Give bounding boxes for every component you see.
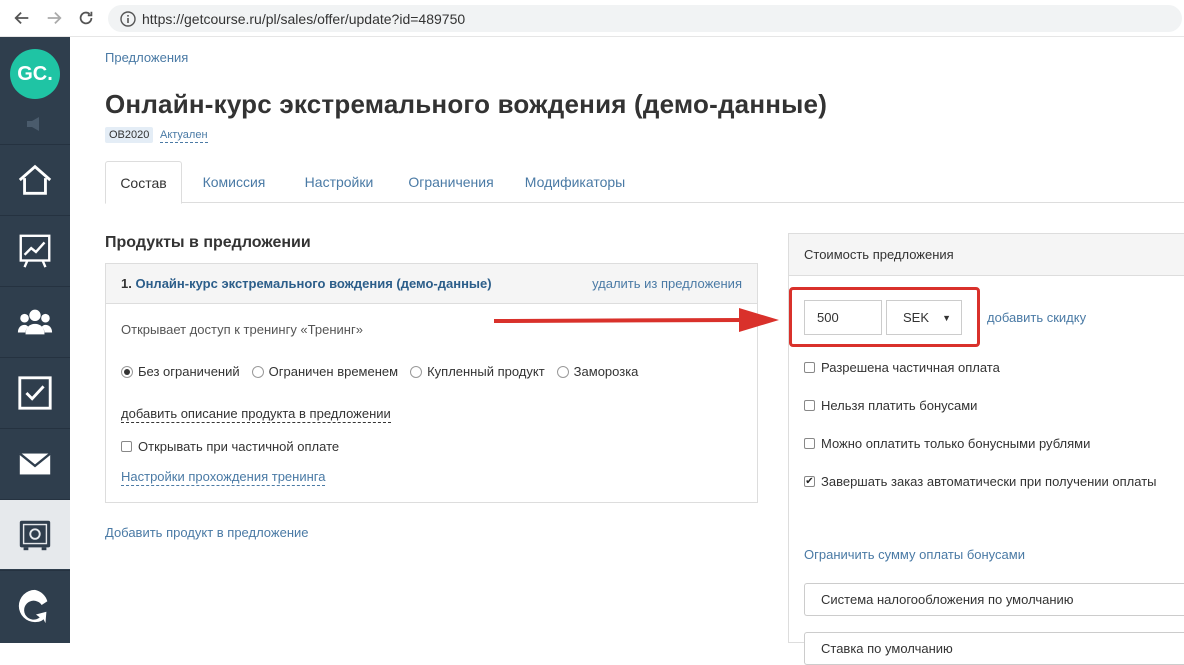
offer-code-badge: OB2020	[105, 127, 154, 143]
getcourse-icon	[18, 589, 48, 623]
radio-dot[interactable]	[121, 365, 133, 378]
sidebar-item-sales[interactable]	[0, 499, 70, 569]
training-settings-link[interactable]: Настройки прохождения тренинга	[121, 469, 326, 486]
tab-settings[interactable]: Настройки	[286, 161, 392, 203]
speaker-icon[interactable]	[24, 115, 46, 133]
address-bar[interactable]: https://getcourse.ru/pl/sales/offer/upda…	[108, 5, 1182, 32]
add-discount-link[interactable]: добавить скидку	[987, 310, 1086, 325]
mail-icon	[19, 452, 51, 474]
breadcrumb[interactable]: Предложения	[105, 50, 188, 65]
sidebar-item-home[interactable]	[0, 144, 70, 214]
tab-commission[interactable]: Комиссия	[182, 161, 286, 203]
access-radio-group: Без ограничений Ограничен временем Купле…	[121, 364, 650, 379]
home-icon	[18, 164, 52, 195]
arrow-right-icon	[47, 11, 62, 25]
checkbox[interactable]	[804, 400, 815, 411]
annotation-highlight-box	[789, 287, 980, 347]
sidebar-item-mail[interactable]	[0, 428, 70, 498]
partial-open-checkbox[interactable]: Открывать при частичной оплате	[121, 439, 339, 454]
price-panel: Стоимость предложения 500 SEK ▼ добавить…	[788, 233, 1184, 665]
section-title: Продукты в предложении	[105, 234, 311, 251]
add-product-link[interactable]: Добавить продукт в предложение	[105, 525, 309, 540]
radio-dot[interactable]	[251, 365, 264, 378]
main-content: Предложения Онлайн-курс экстремального в…	[70, 37, 1184, 665]
url-text: https://getcourse.ru/pl/sales/offer/upda…	[142, 10, 466, 27]
sidebar-item-tasks[interactable]	[0, 357, 70, 427]
forward-button[interactable]	[44, 8, 64, 28]
product-name: 1. Онлайн-курс экстремального вождения (…	[121, 276, 492, 291]
status-link[interactable]: Актуален	[160, 129, 208, 143]
tabs: Состав Комиссия Настройки Ограничения Мо…	[105, 161, 1184, 204]
product-number: 1.	[121, 276, 132, 291]
tab-modifiers[interactable]: Модификаторы	[510, 161, 640, 203]
radio-purchased-product[interactable]: Купленный продукт	[410, 364, 545, 379]
sidebar-item-brand[interactable]	[0, 570, 70, 640]
radio-freeze[interactable]: Заморозка	[556, 364, 638, 379]
tax-rate-select[interactable]: Ставка по умолчанию	[804, 632, 1184, 665]
no-bonus-checkbox[interactable]: Нельзя платить бонусами	[804, 398, 977, 413]
product-card-header: 1. Онлайн-курс экстремального вождения (…	[106, 264, 757, 304]
safe-icon	[19, 520, 51, 550]
radio-dot[interactable]	[556, 365, 569, 378]
access-text: Открывает доступ к тренингу «Тренинг»	[121, 322, 363, 337]
product-link[interactable]: Онлайн-курс экстремального вождения (дем…	[135, 276, 491, 291]
radio-time-limited[interactable]: Ограничен временем	[251, 364, 398, 379]
sidebar-item-stats[interactable]	[0, 215, 70, 285]
limit-bonus-link[interactable]: Ограничить сумму оплаты бонусами	[804, 547, 1025, 562]
sidebar-item-users[interactable]	[0, 286, 70, 356]
tab-composition[interactable]: Состав	[105, 161, 182, 204]
radio-dot[interactable]	[410, 365, 423, 378]
logo[interactable]: GC.	[10, 49, 60, 99]
partial-payment-checkbox[interactable]: Разрешена частичная оплата	[804, 360, 1000, 375]
checkbox-icon	[18, 375, 52, 410]
tab-restrictions[interactable]: Ограничения	[392, 161, 510, 203]
product-card: 1. Онлайн-курс экстремального вождения (…	[105, 263, 758, 503]
tax-system-select[interactable]: Система налогообложения по умолчанию	[804, 583, 1184, 616]
chart-icon	[19, 234, 51, 268]
checkbox[interactable]	[121, 441, 132, 452]
bonus-only-checkbox[interactable]: Можно оплатить только бонусными рублями	[804, 436, 1090, 451]
price-panel-header: Стоимость предложения	[789, 234, 1184, 276]
checkbox[interactable]	[804, 438, 815, 449]
auto-complete-checkbox[interactable]: ✔ Завершать заказ автоматически при полу…	[804, 474, 1157, 489]
browser-toolbar: https://getcourse.ru/pl/sales/offer/upda…	[0, 0, 1184, 37]
reload-button[interactable]	[76, 8, 96, 28]
checkbox-checked[interactable]: ✔	[804, 476, 815, 487]
checkbox[interactable]	[804, 362, 815, 373]
annotation-arrow	[494, 308, 779, 332]
info-icon	[120, 10, 136, 27]
add-description-link[interactable]: добавить описание продукта в предложении	[121, 406, 391, 423]
remove-product-link[interactable]: удалить из предложения	[592, 276, 742, 291]
back-button[interactable]	[12, 8, 32, 28]
page-title: Онлайн-курс экстремального вождения (дем…	[105, 89, 828, 119]
reload-icon	[79, 11, 93, 25]
users-icon	[17, 309, 53, 334]
radio-unlimited[interactable]: Без ограничений	[121, 364, 240, 379]
sidebar: GC.	[0, 37, 70, 643]
arrow-left-icon	[14, 11, 29, 25]
